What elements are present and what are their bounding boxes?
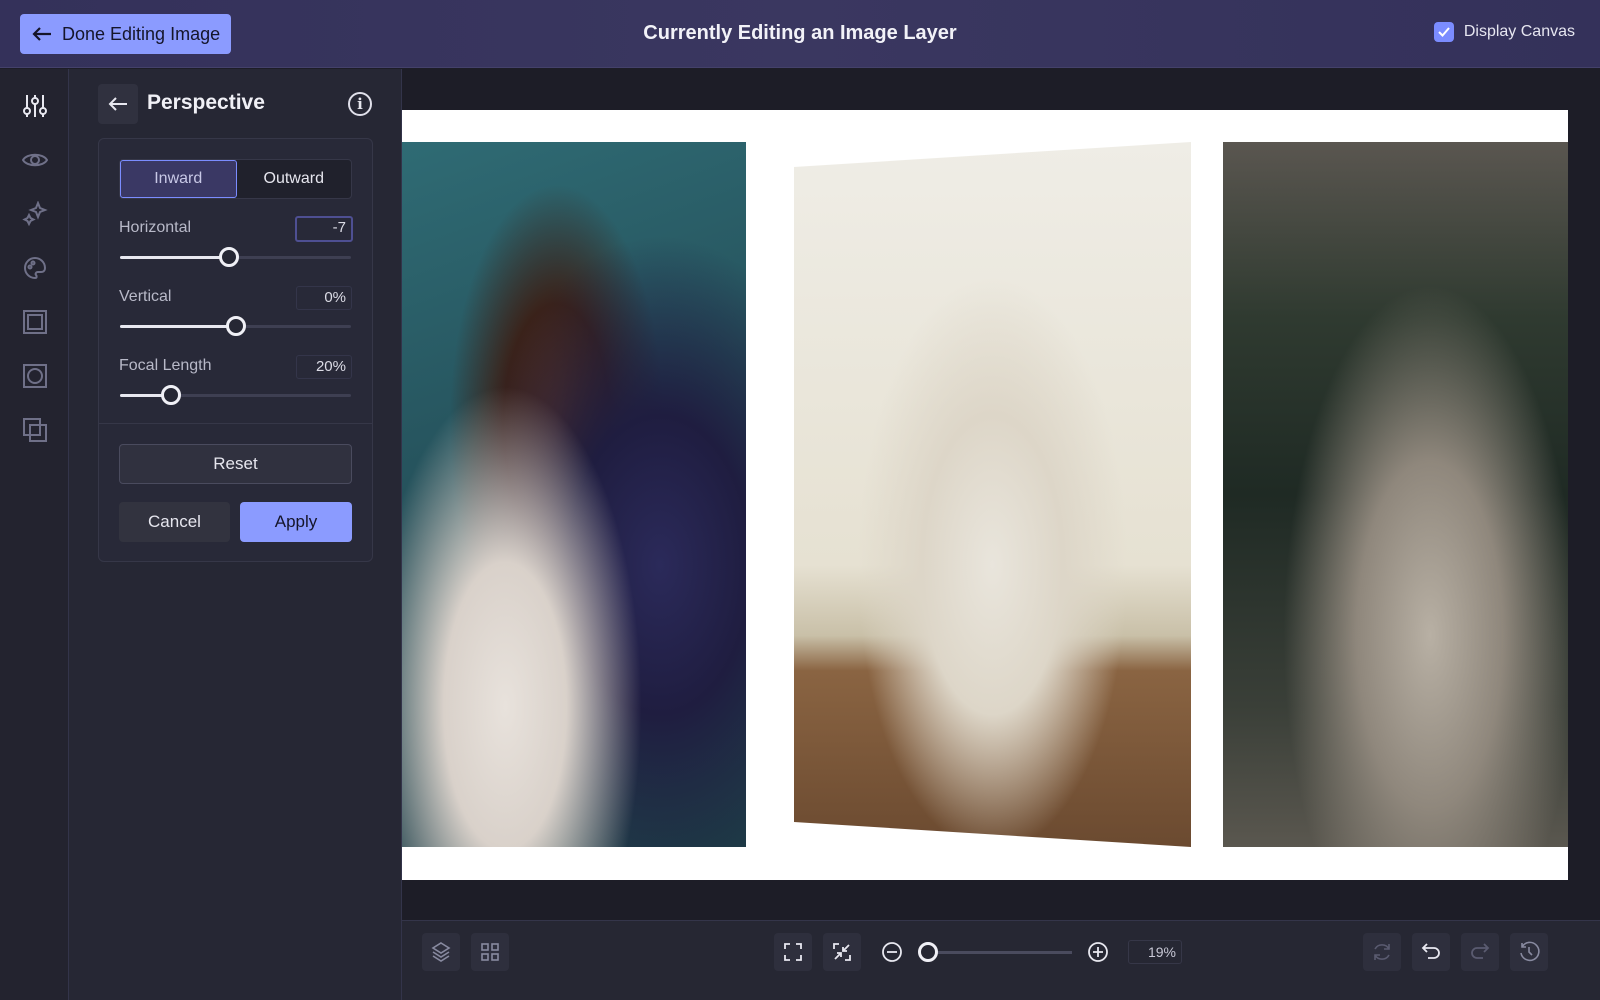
horizontal-input[interactable]: -7 xyxy=(295,216,353,242)
history-button[interactable] xyxy=(1510,933,1548,971)
canvas-sheet[interactable] xyxy=(402,110,1568,880)
zoom-slider-handle[interactable] xyxy=(917,942,938,962)
vertical-slider[interactable] xyxy=(120,316,351,336)
display-canvas-toggle[interactable]: Display Canvas xyxy=(1433,22,1575,42)
photo-couple-forest[interactable] xyxy=(1223,142,1568,847)
vertical-input[interactable]: 0% xyxy=(296,286,352,310)
top-bar: Done Editing Image Currently Editing an … xyxy=(0,0,1600,68)
horizontal-slider[interactable] xyxy=(120,247,351,267)
layers-icon xyxy=(431,942,451,962)
zoom-value[interactable]: 19% xyxy=(1128,940,1182,964)
eye-icon[interactable] xyxy=(22,147,48,173)
fit-screen-button[interactable] xyxy=(774,933,812,971)
info-icon[interactable]: i xyxy=(348,92,372,116)
adjustments-icon[interactable] xyxy=(22,93,48,119)
mask-icon[interactable] xyxy=(22,363,48,389)
focal-length-label: Focal Length xyxy=(119,357,212,374)
slider-fill xyxy=(120,325,236,328)
redo-icon xyxy=(1471,943,1490,959)
slider-handle[interactable] xyxy=(160,385,181,405)
mode-outward[interactable]: Outward xyxy=(237,160,352,198)
overlay-icon[interactable] xyxy=(22,417,48,443)
zoom-out-icon[interactable] xyxy=(881,941,903,963)
refresh-icon xyxy=(1374,944,1390,960)
bottom-toolbar: 19% xyxy=(402,920,1600,1000)
canvas-area[interactable] xyxy=(402,69,1600,920)
perspective-panel: Perspective i Inward Outward Horizontal … xyxy=(69,69,402,1000)
checkbox-icon[interactable] xyxy=(1433,22,1454,42)
mode-inward[interactable]: Inward xyxy=(120,160,237,198)
apply-button[interactable]: Apply xyxy=(240,502,352,542)
layers-button[interactable] xyxy=(422,933,460,971)
history-icon xyxy=(1520,941,1540,962)
tool-rail xyxy=(0,69,69,1000)
display-canvas-label: Display Canvas xyxy=(1463,23,1575,40)
shrink-icon xyxy=(833,943,851,961)
grid-button[interactable] xyxy=(471,933,509,971)
focal-length-slider[interactable] xyxy=(120,385,351,405)
reset-button[interactable]: Reset xyxy=(119,444,352,484)
sparkles-icon[interactable] xyxy=(22,201,48,227)
mode-toggle: Inward Outward xyxy=(119,159,352,199)
slider-handle[interactable] xyxy=(218,247,239,267)
redo-button[interactable] xyxy=(1461,933,1499,971)
back-button[interactable] xyxy=(98,84,138,124)
palette-icon[interactable] xyxy=(22,255,48,281)
perspective-card: Inward Outward Horizontal -7 Vertical 0%… xyxy=(98,138,373,562)
focal-length-input[interactable]: 20% xyxy=(296,355,352,379)
grid-icon xyxy=(481,943,499,961)
zoom-in-icon[interactable] xyxy=(1087,941,1109,963)
actual-size-button[interactable] xyxy=(823,933,861,971)
page-title: Currently Editing an Image Layer xyxy=(643,22,957,44)
photo-couple-kiss[interactable] xyxy=(402,142,746,847)
vertical-label: Vertical xyxy=(119,288,172,305)
divider xyxy=(99,423,372,424)
horizontal-label: Horizontal xyxy=(119,219,192,236)
arrow-left-icon xyxy=(108,97,127,111)
reset-transform-button[interactable] xyxy=(1363,933,1401,971)
cancel-button[interactable]: Cancel xyxy=(119,502,230,542)
zoom-slider[interactable] xyxy=(917,942,1072,962)
undo-icon xyxy=(1421,943,1440,959)
undo-button[interactable] xyxy=(1412,933,1450,971)
panel-title: Perspective xyxy=(147,91,265,114)
expand-icon xyxy=(784,943,802,961)
slider-fill xyxy=(120,256,229,259)
slider-handle[interactable] xyxy=(225,316,246,336)
photo-bride-dress[interactable] xyxy=(794,142,1191,847)
frame-icon[interactable] xyxy=(22,309,48,335)
